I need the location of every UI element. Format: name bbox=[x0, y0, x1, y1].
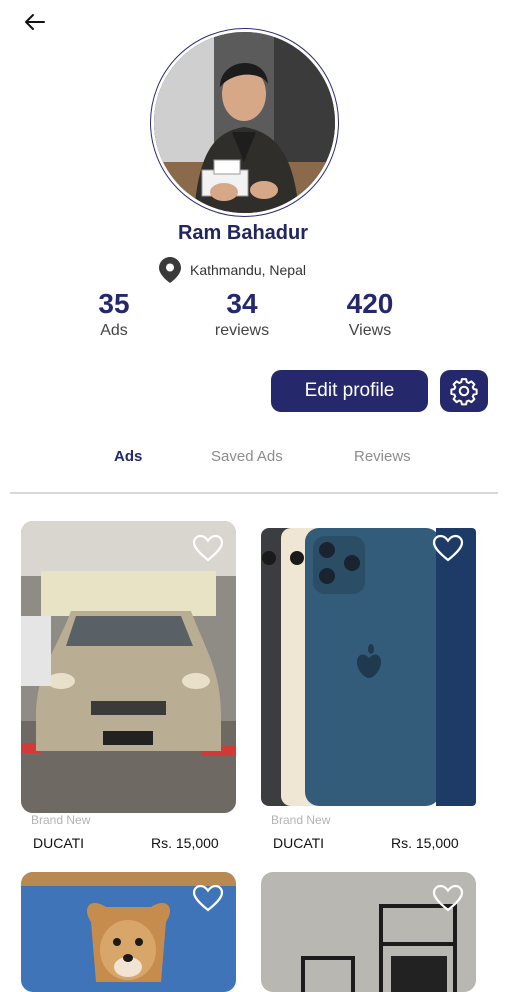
stat-ads-value: 35 bbox=[98, 288, 130, 319]
stat-reviews-value: 34 bbox=[226, 288, 258, 319]
listing-title[interactable]: DUCATI bbox=[33, 835, 84, 851]
car-photo bbox=[21, 521, 236, 813]
heart-icon bbox=[432, 534, 464, 562]
edit-profile-button[interactable]: Edit profile bbox=[271, 370, 428, 412]
heart-icon bbox=[432, 884, 464, 912]
stat-views-label: Views bbox=[348, 322, 392, 339]
heart-icon bbox=[192, 884, 224, 912]
listing-title[interactable]: DUCATI bbox=[273, 835, 324, 851]
back-button[interactable] bbox=[22, 10, 50, 34]
favorite-button[interactable] bbox=[432, 884, 464, 912]
profile-name: Ram Bahadur bbox=[177, 222, 309, 244]
stat-reviews-label: reviews bbox=[214, 322, 270, 339]
profile-photo bbox=[154, 32, 335, 213]
tab-saved-ads[interactable]: Saved Ads bbox=[211, 448, 283, 465]
phone-photo bbox=[261, 528, 476, 806]
back-arrow-icon bbox=[25, 14, 45, 30]
listing-card-image[interactable] bbox=[21, 521, 236, 813]
stat-views: 420 Views bbox=[310, 288, 430, 340]
location-pin-icon bbox=[159, 257, 181, 283]
stat-ads-label: Ads bbox=[100, 322, 128, 339]
heart-icon bbox=[192, 534, 224, 562]
settings-button[interactable] bbox=[440, 370, 488, 412]
listing-card-image[interactable] bbox=[261, 528, 476, 806]
favorite-button[interactable] bbox=[192, 884, 224, 912]
listing-price: Rs. 15,000 bbox=[391, 835, 459, 851]
listing-condition: Brand New bbox=[271, 813, 331, 827]
gear-icon bbox=[450, 378, 478, 406]
location-text: Kathmandu, Nepal bbox=[190, 262, 306, 278]
stat-views-value: 420 bbox=[346, 288, 394, 319]
tabs-divider bbox=[10, 492, 498, 494]
stat-ads: 35 Ads bbox=[54, 288, 174, 340]
favorite-button[interactable] bbox=[192, 534, 224, 562]
location-row: Kathmandu, Nepal bbox=[158, 256, 306, 284]
avatar[interactable] bbox=[154, 32, 335, 213]
tab-ads[interactable]: Ads bbox=[114, 448, 142, 465]
favorite-button[interactable] bbox=[432, 534, 464, 562]
listing-price: Rs. 15,000 bbox=[151, 835, 219, 851]
listing-condition: Brand New bbox=[31, 813, 91, 827]
tab-reviews[interactable]: Reviews bbox=[354, 448, 411, 465]
stat-reviews: 34 reviews bbox=[182, 288, 302, 340]
